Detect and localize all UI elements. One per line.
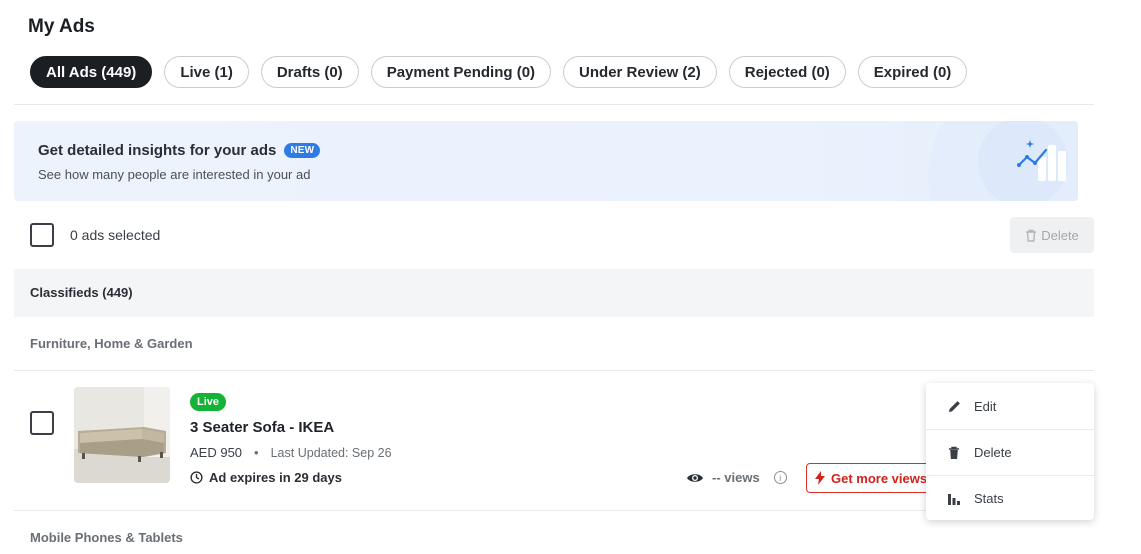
menu-item-label: Delete: [974, 445, 1012, 460]
get-more-views-label: Get more views: [831, 470, 928, 486]
category-title: Furniture, Home & Garden: [30, 336, 193, 351]
tab-under-review[interactable]: Under Review (2): [563, 56, 717, 88]
separator-dot: •: [254, 445, 259, 460]
banner-title-text: Get detailed insights for your ads: [38, 142, 277, 159]
lightning-icon: [815, 471, 825, 485]
menu-item-stats[interactable]: Stats: [926, 475, 1094, 521]
tab-live[interactable]: Live (1): [164, 56, 249, 88]
ad-views: -- views i: [686, 470, 787, 485]
tab-rejected[interactable]: Rejected (0): [728, 56, 846, 88]
bulk-select-bar: 0 ads selected Delete: [14, 217, 1094, 253]
get-more-views-button[interactable]: Get more views: [806, 463, 946, 493]
divider: [14, 104, 1094, 105]
menu-item-edit[interactable]: Edit: [926, 383, 1094, 429]
section-title: Classifieds (449): [30, 285, 133, 300]
banner-subtitle: See how many people are interested in yo…: [38, 167, 311, 182]
new-badge: NEW: [284, 143, 321, 158]
status-tabs: All Ads (449) Live (1) Drafts (0) Paymen…: [30, 56, 968, 88]
insights-banner[interactable]: Get detailed insights for your ads NEW S…: [14, 121, 1078, 201]
chart-sparkle-icon: [1017, 140, 1066, 181]
ad-last-updated: Last Updated: Sep 26: [270, 445, 392, 460]
bulk-delete-button[interactable]: Delete: [1010, 217, 1094, 253]
ad-checkbox[interactable]: [30, 411, 54, 435]
ad-meta: AED 950 • Last Updated: Sep 26: [190, 445, 392, 460]
section-header: Classifieds (449): [14, 269, 1094, 317]
clock-icon: [190, 471, 203, 484]
ad-title[interactable]: 3 Seater Sofa - IKEA: [190, 419, 334, 436]
ad-expiry: Ad expires in 29 days: [190, 470, 342, 485]
views-count: -- views: [712, 470, 760, 485]
status-badge: Live: [190, 393, 227, 411]
info-icon[interactable]: i: [773, 471, 787, 484]
ad-expiry-text: Ad expires in 29 days: [209, 470, 342, 485]
menu-item-label: Edit: [974, 398, 997, 414]
ad-thumbnail[interactable]: [74, 387, 170, 483]
tab-expired[interactable]: Expired (0): [857, 56, 968, 88]
ad-actions-menu: Edit Delete Stats: [926, 383, 1094, 520]
tab-payment-pending[interactable]: Payment Pending (0): [370, 56, 552, 88]
menu-item-delete[interactable]: Delete: [926, 429, 1094, 475]
trash-icon: [946, 445, 962, 461]
eye-icon: [687, 473, 703, 482]
trash-icon: [1026, 229, 1037, 242]
select-all-checkbox[interactable]: [30, 223, 54, 247]
ad-price: AED 950: [190, 445, 243, 460]
page-title: My Ads: [28, 16, 95, 37]
bulk-delete-label: Delete: [1041, 227, 1079, 243]
menu-item-label: Stats: [974, 491, 1004, 506]
banner-title: Get detailed insights for your ads NEW: [38, 142, 321, 159]
sofa-photo: [74, 387, 170, 483]
pencil-icon: [946, 398, 962, 414]
bar-chart-icon: [946, 491, 962, 507]
category-title: Mobile Phones & Tablets: [30, 530, 183, 545]
tab-drafts[interactable]: Drafts (0): [260, 56, 359, 88]
tab-all-ads[interactable]: All Ads (449): [30, 56, 153, 88]
selected-count: 0 ads selected: [70, 227, 161, 243]
